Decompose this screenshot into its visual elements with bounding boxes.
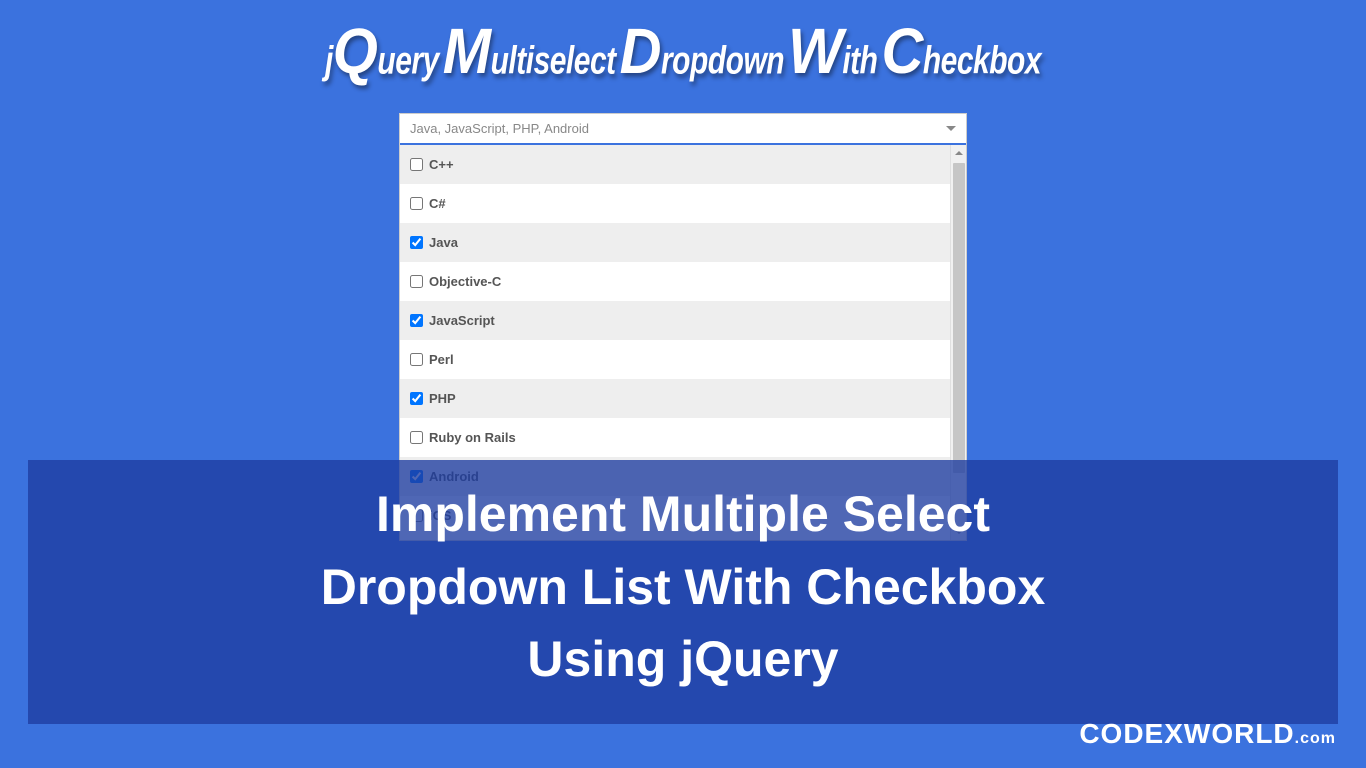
option-checkbox[interactable]	[410, 431, 423, 444]
option-label: Ruby on Rails	[429, 430, 516, 445]
title-w1-small: j	[325, 40, 333, 84]
brand-logo: CODEXWORLD.com	[1079, 718, 1336, 750]
dropdown-option[interactable]: JavaScript	[400, 301, 950, 340]
subtitle-banner: Implement Multiple Select Dropdown List …	[28, 460, 1338, 724]
dropdown-option[interactable]: C#	[400, 184, 950, 223]
title-w3-rest: ropdown	[661, 40, 784, 84]
option-checkbox[interactable]	[410, 353, 423, 366]
option-checkbox[interactable]	[410, 197, 423, 210]
title-w4-big: W	[788, 15, 842, 89]
title-w4-rest: ith	[842, 40, 877, 84]
title-w1-big: Q	[333, 15, 378, 89]
title-w2-rest: ultiselect	[491, 40, 616, 84]
banner-line-2: Dropdown List With Checkbox	[48, 551, 1318, 624]
option-checkbox[interactable]	[410, 392, 423, 405]
dropdown-option[interactable]: Java	[400, 223, 950, 262]
option-checkbox[interactable]	[410, 236, 423, 249]
dropdown-selected-text: Java, JavaScript, PHP, Android	[410, 121, 589, 136]
title-w5-rest: heckbox	[923, 40, 1041, 84]
dropdown-option[interactable]: Ruby on Rails	[400, 418, 950, 457]
dropdown-option[interactable]: Objective-C	[400, 262, 950, 301]
chevron-down-icon	[946, 126, 956, 131]
title-w3-big: D	[620, 15, 661, 89]
scroll-up-arrow-icon[interactable]	[951, 145, 966, 161]
option-label: C++	[429, 157, 454, 172]
dropdown-option[interactable]: C++	[400, 145, 950, 184]
option-checkbox[interactable]	[410, 158, 423, 171]
option-label: PHP	[429, 391, 456, 406]
scroll-thumb[interactable]	[953, 163, 965, 473]
option-checkbox[interactable]	[410, 275, 423, 288]
option-label: JavaScript	[429, 313, 495, 328]
title-w2-big: M	[443, 15, 491, 89]
brand-main: CODEXWORLD	[1079, 718, 1294, 749]
option-label: Objective-C	[429, 274, 501, 289]
banner-line-3: Using jQuery	[48, 623, 1318, 696]
title-w5-big: C	[881, 15, 922, 89]
option-label: Java	[429, 235, 458, 250]
option-checkbox[interactable]	[410, 314, 423, 327]
page-title: jQuery Multiselect Dropdown With Checkbo…	[0, 0, 1366, 85]
banner-line-1: Implement Multiple Select	[48, 478, 1318, 551]
title-w1-rest: uery	[377, 40, 438, 84]
dropdown-toggle[interactable]: Java, JavaScript, PHP, Android	[400, 114, 966, 145]
brand-suffix: .com	[1295, 730, 1336, 747]
option-label: Perl	[429, 352, 454, 367]
dropdown-option[interactable]: PHP	[400, 379, 950, 418]
dropdown-option[interactable]: Perl	[400, 340, 950, 379]
option-label: C#	[429, 196, 446, 211]
